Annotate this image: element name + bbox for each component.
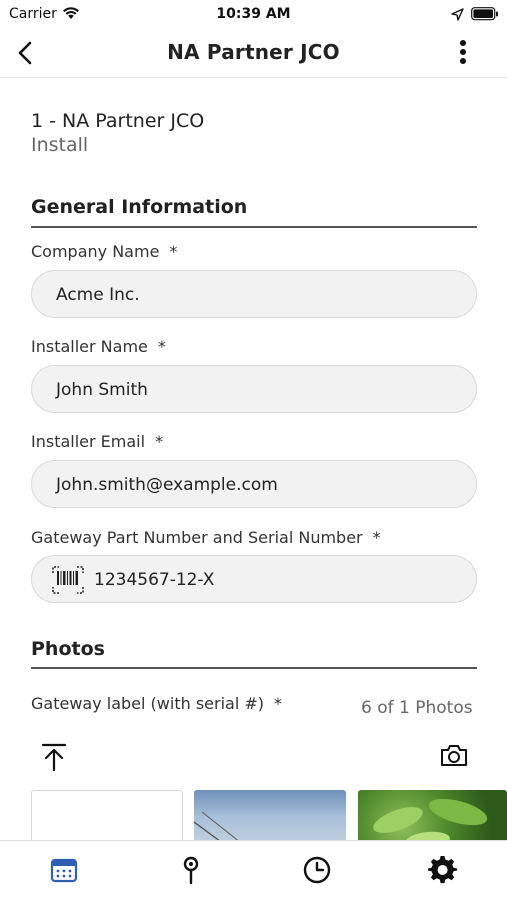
- location-arrow-icon: [451, 6, 464, 25]
- installer-name-label: Installer Name *: [31, 337, 166, 356]
- company-name-field[interactable]: Acme Inc.: [31, 270, 477, 318]
- battery-icon: [471, 6, 499, 25]
- nav-bar: NA Partner JCO: [0, 28, 507, 78]
- location-pin-icon[interactable]: [176, 855, 206, 885]
- status-bar: Carrier 10:39 AM: [0, 0, 507, 28]
- company-name-label: Company Name *: [31, 242, 178, 261]
- gateway-serial-field[interactable]: 1234567-12-X: [31, 555, 477, 603]
- required-mark: *: [169, 242, 178, 261]
- section-divider: [31, 226, 477, 228]
- nav-title: NA Partner JCO: [167, 40, 340, 64]
- required-mark: *: [155, 432, 164, 451]
- installer-email-label: Installer Email *: [31, 432, 164, 451]
- photo-thumbnail[interactable]: [358, 790, 507, 840]
- clock-time: 10:39 AM: [216, 6, 291, 22]
- installer-name-value: John Smith: [56, 380, 148, 400]
- photo-count: 6 of 1 Photos: [361, 698, 473, 718]
- photo-thumbnail[interactable]: [31, 790, 183, 840]
- form-content[interactable]: 1 - NA Partner JCO Install General Infor…: [0, 79, 507, 840]
- record-title: 1 - NA Partner JCO: [31, 110, 205, 132]
- gear-icon[interactable]: [428, 855, 458, 885]
- upload-icon[interactable]: [41, 743, 67, 775]
- required-mark: *: [157, 337, 166, 356]
- section-divider: [31, 667, 477, 669]
- tab-bar: [0, 840, 507, 900]
- required-mark: *: [274, 694, 283, 713]
- camera-icon[interactable]: [440, 743, 468, 771]
- more-vertical-icon[interactable]: [450, 38, 476, 68]
- calendar-icon[interactable]: [49, 855, 79, 885]
- section-title-general-information: General Information: [31, 196, 248, 218]
- installer-name-field[interactable]: John Smith: [31, 365, 477, 413]
- photo-requirement-label: Gateway label (with serial #) *: [31, 694, 283, 713]
- company-name-value: Acme Inc.: [56, 285, 140, 305]
- installer-email-value: John.smith@example.com: [56, 475, 278, 495]
- section-title-photos: Photos: [31, 638, 105, 660]
- gateway-serial-value: 1234567-12-X: [94, 570, 215, 590]
- record-subtitle: Install: [31, 134, 89, 156]
- installer-email-field[interactable]: John.smith@example.com: [31, 460, 477, 508]
- barcode-scan-icon[interactable]: [52, 566, 84, 598]
- clock-icon[interactable]: [302, 855, 332, 885]
- photo-thumbnail[interactable]: [194, 790, 346, 840]
- gateway-serial-label: Gateway Part Number and Serial Number *: [31, 528, 381, 547]
- required-mark: *: [372, 528, 381, 547]
